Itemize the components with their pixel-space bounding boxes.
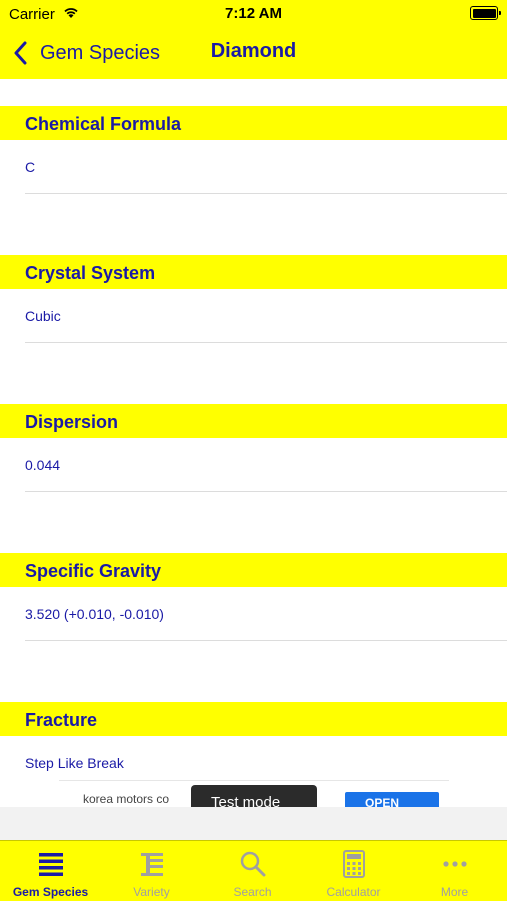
test-mode-badge: Test mode <box>191 785 317 808</box>
tab-bar: Gem Species Variety Search Calculator Mo… <box>0 840 507 901</box>
tab-search[interactable]: Search <box>202 841 303 901</box>
row-separator <box>25 193 507 194</box>
search-icon <box>240 851 266 877</box>
section-header-label: Dispersion <box>25 412 119 432</box>
specific-gravity-value: 3.520 (+0.010, -0.010) <box>25 606 164 622</box>
section-header-label: Chemical Formula <box>25 114 182 134</box>
variety-icon <box>141 853 163 876</box>
section-header-label: Specific Gravity <box>25 561 162 581</box>
section-header-specific-gravity: Specific Gravity <box>0 553 507 587</box>
row-separator <box>25 640 507 641</box>
tab-variety[interactable]: Variety <box>101 841 202 901</box>
tab-label: Search <box>233 885 272 899</box>
calculator-icon <box>343 850 365 878</box>
tab-gem-species[interactable]: Gem Species <box>0 841 101 901</box>
section-header-crystal-system: Crystal System <box>0 255 507 289</box>
section-header-dispersion: Dispersion <box>0 404 507 438</box>
banner-ad[interactable]: korea motors co Test mode OPEN <box>59 780 449 808</box>
section-header-label: Fracture <box>25 710 98 730</box>
dispersion-value: 0.044 <box>25 457 61 473</box>
tab-calculator[interactable]: Calculator <box>303 841 404 901</box>
tab-label: Calculator <box>326 885 381 899</box>
tab-label: Variety <box>133 885 170 899</box>
tabbar-spacer <box>0 807 507 840</box>
section-header-label: Crystal System <box>25 263 156 283</box>
page-title: Diamond <box>210 40 297 62</box>
navigation-bar: Gem Species Diamond <box>0 28 507 79</box>
fracture-value: Step Like Break <box>25 755 124 771</box>
tab-label: More <box>440 885 469 899</box>
crystal-system-value: Cubic <box>25 308 61 324</box>
status-time: 7:12 AM <box>225 5 282 22</box>
row-separator <box>25 342 507 343</box>
ad-text: korea motors co <box>83 792 170 806</box>
row-separator <box>25 491 507 492</box>
tab-label: Gem Species <box>12 885 89 899</box>
tab-more[interactable]: More <box>404 841 505 901</box>
list-icon <box>39 853 63 876</box>
status-bar: Carrier 7:12 AM <box>0 0 507 28</box>
section-header-fracture: Fracture <box>0 702 507 736</box>
ad-open-button[interactable]: OPEN <box>345 792 439 808</box>
chemical-formula-value: C <box>25 159 36 175</box>
more-icon <box>443 861 467 867</box>
battery-icon <box>470 6 501 20</box>
section-header-chemical-formula: Chemical Formula <box>0 106 507 140</box>
